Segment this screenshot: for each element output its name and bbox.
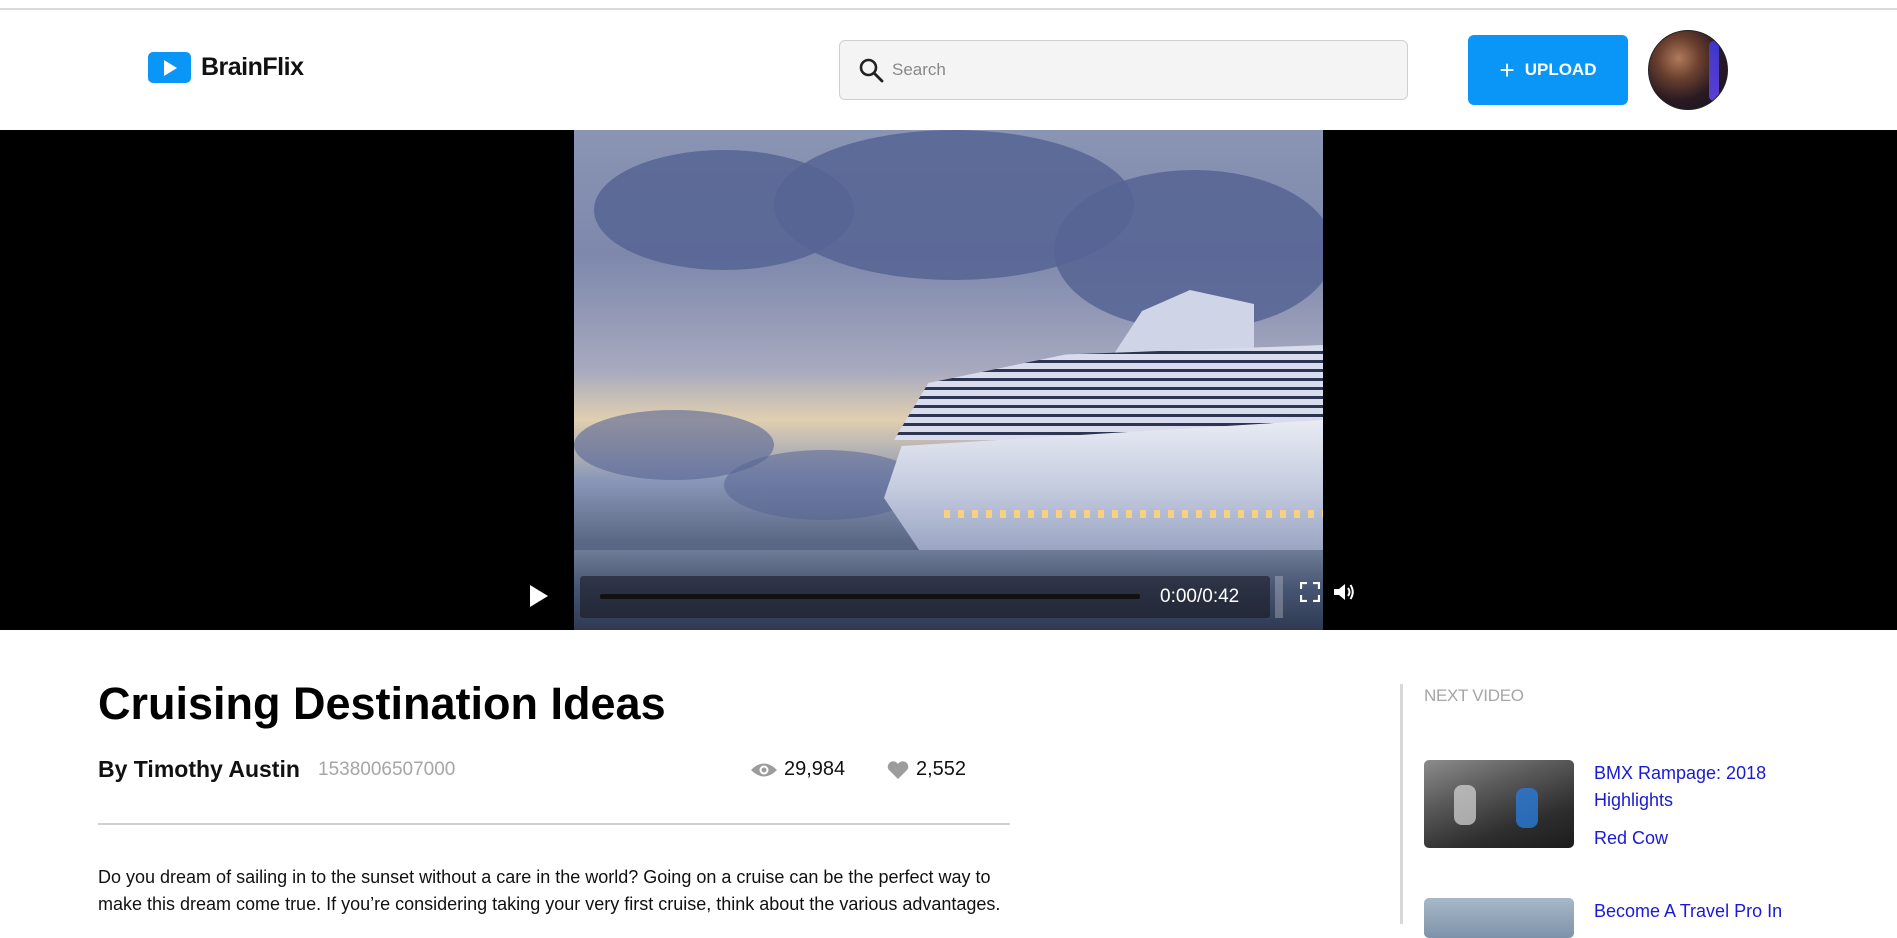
next-video-title[interactable]: BMX Rampage: 2018 Highlights xyxy=(1594,760,1844,814)
likes-count[interactable]: 2,552 xyxy=(886,758,966,781)
brainflix-logo[interactable]: BrainFlix xyxy=(148,52,304,83)
next-video-heading: NEXT VIDEO xyxy=(1424,686,1524,705)
upload-label: UPLOAD xyxy=(1524,60,1597,79)
video-title: Cruising Destination Ideas xyxy=(98,678,666,729)
next-video-thumbnail-figure xyxy=(1516,788,1538,828)
meta-divider xyxy=(98,823,1010,825)
next-video-channel[interactable]: Red Cow xyxy=(1594,828,1668,849)
next-video-thumbnail[interactable] xyxy=(1424,898,1574,938)
video-poster[interactable] xyxy=(574,130,1323,630)
views-count: 29,984 xyxy=(750,758,845,781)
ship-lights xyxy=(944,510,1323,518)
upload-button[interactable]: + UPLOAD xyxy=(1468,35,1628,105)
heart-icon xyxy=(887,760,909,779)
play-logo-icon xyxy=(148,52,191,83)
video-meta: By Timothy Austin 1538006507000 29,984 2… xyxy=(98,756,1008,786)
video-author: By Timothy Austin xyxy=(98,756,300,782)
eye-icon xyxy=(751,763,777,776)
video-description: Do you dream of sailing in to the sunset… xyxy=(98,867,1001,914)
search-input[interactable] xyxy=(892,50,1392,90)
plus-icon: + xyxy=(1499,55,1515,85)
search-box[interactable] xyxy=(839,40,1408,100)
views-value: 29,984 xyxy=(784,758,846,780)
likes-value: 2,552 xyxy=(916,758,967,780)
user-avatar[interactable] xyxy=(1648,30,1728,110)
next-video-thumbnail-figure xyxy=(1454,785,1476,825)
search-icon xyxy=(859,58,884,83)
volume-icon[interactable] xyxy=(1332,580,1356,604)
play-icon[interactable] xyxy=(528,583,550,609)
sidebar-divider xyxy=(1400,684,1403,924)
fullscreen-icon[interactable] xyxy=(1300,582,1320,602)
site-header: BrainFlix + UPLOAD xyxy=(0,10,1897,130)
controls-divider xyxy=(1275,576,1283,618)
video-timestamp: 1538006507000 xyxy=(318,759,456,780)
progress-bar[interactable] xyxy=(600,594,1140,599)
time-display: 0:00/0:42 xyxy=(1160,586,1240,607)
next-video-thumbnail[interactable] xyxy=(1424,760,1574,848)
logo-text: BrainFlix xyxy=(201,53,304,81)
player-controls: 0:00/0:42 xyxy=(580,576,1270,618)
next-video-title[interactable]: Become A Travel Pro In xyxy=(1594,898,1844,925)
next-video-item[interactable]: BMX Rampage: 2018 Highlights Red Cow xyxy=(1424,760,1844,848)
video-player: 0:00/0:42 xyxy=(0,130,1897,630)
next-video-item[interactable]: Become A Travel Pro In xyxy=(1424,898,1844,938)
